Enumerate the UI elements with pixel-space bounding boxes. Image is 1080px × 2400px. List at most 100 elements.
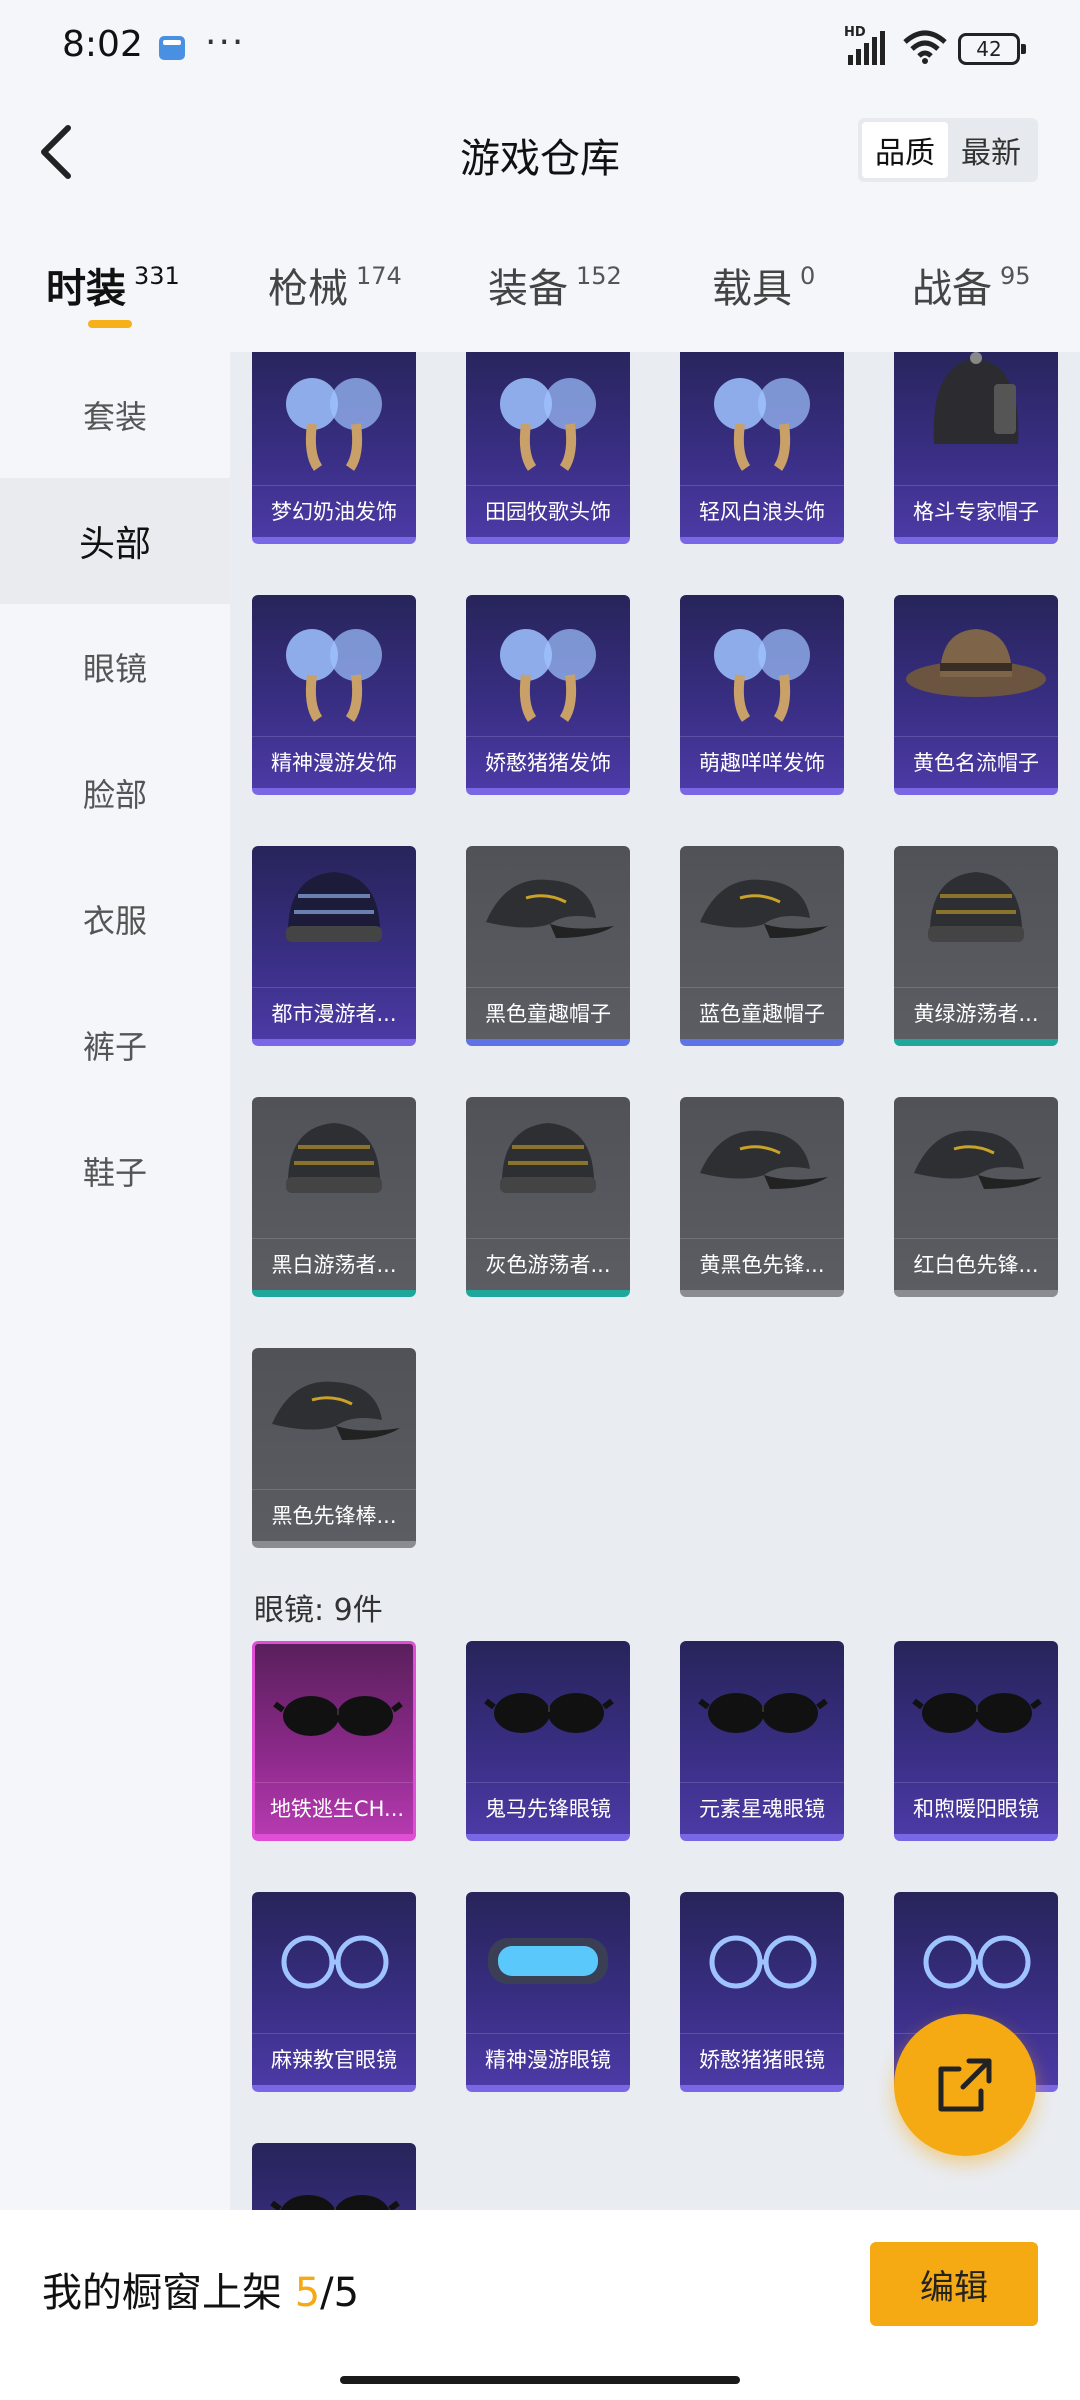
item-name: 灰色游荡者... (466, 1238, 630, 1290)
beanie-icon (252, 846, 416, 982)
item-name: 黄色名流帽子 (894, 736, 1058, 788)
item-card[interactable]: 和煦暖阳眼镜 (894, 1641, 1058, 1841)
item-card[interactable]: 黄色名流帽子 (894, 595, 1058, 795)
item-card[interactable]: 红白色先锋... (894, 1097, 1058, 1297)
cap-icon (680, 846, 844, 982)
showcase-total-count: /5 (320, 2270, 360, 2316)
item-card[interactable]: 轻风白浪头饰 (680, 352, 844, 544)
tab-label: 战备 (912, 266, 992, 312)
item-name: 元素星魂眼镜 (680, 1782, 844, 1834)
item-name: 萌趣咩咩发饰 (680, 736, 844, 788)
tab-label: 枪械 (268, 266, 348, 312)
category-tabs: 时装 331 枪械 174 装备 152 载具 0 战备 95 (0, 240, 1080, 340)
sort-latest-button[interactable]: 最新 (948, 122, 1034, 178)
goggles-icon (466, 1892, 630, 2028)
item-card[interactable]: 黄黑色先锋... (680, 1097, 844, 1297)
tab-label: 时装 (46, 266, 126, 312)
item-card[interactable]: 格斗专家帽子 (894, 352, 1058, 544)
home-indicator[interactable] (340, 2376, 740, 2384)
item-card[interactable]: 娇憨猪猪眼镜 (680, 1892, 844, 2092)
item-card[interactable]: 黑白游荡者... (252, 1097, 416, 1297)
showcase-current-count: 5 (294, 2270, 321, 2316)
notification-app-icon (159, 36, 185, 60)
glasses-icon (252, 1892, 416, 2028)
item-card[interactable]: 萌趣咩咩发饰 (680, 595, 844, 795)
item-name: 娇憨猪猪眼镜 (680, 2033, 844, 2085)
item-grid: 眼镜: 9件 梦幻奶油发饰 田园牧歌头饰 轻风白浪头饰 格斗专家帽子 精神漫游发饰 娇憨猪… (230, 352, 1080, 2210)
tab-equipment[interactable]: 装备 152 (488, 256, 622, 314)
item-card[interactable]: 元素星魂眼镜 (680, 1641, 844, 1841)
hd-label: HD (844, 25, 866, 40)
item-card[interactable]: 黄绿游荡者... (894, 846, 1058, 1046)
sunglasses-icon (894, 1641, 1058, 1777)
edit-button[interactable]: 编辑 (870, 2242, 1038, 2326)
item-name: 黄黑色先锋... (680, 1238, 844, 1290)
item-name: 梦幻奶油发饰 (252, 485, 416, 537)
tab-label: 装备 (488, 266, 568, 312)
status-bar: 8:02 ··· HD 42 (0, 0, 1080, 96)
item-name: 黄绿游荡者... (894, 987, 1058, 1039)
status-time: 8:02 (62, 24, 143, 65)
tab-count: 0 (800, 262, 816, 290)
cap-icon (252, 1348, 416, 1484)
sidebar-item-head[interactable]: 头部 (0, 478, 230, 604)
item-card[interactable] (252, 2143, 416, 2210)
item-card[interactable]: 灰色游荡者... (466, 1097, 630, 1297)
item-card[interactable]: 麻辣教官眼镜 (252, 1892, 416, 2092)
sort-quality-button[interactable]: 品质 (862, 122, 948, 178)
tab-count: 152 (576, 262, 622, 290)
tab-vehicles[interactable]: 载具 0 (712, 256, 815, 314)
item-name: 地铁逃生CH... (255, 1782, 413, 1834)
tab-fashion[interactable]: 时装 331 (46, 256, 180, 314)
sidebar-item-glasses[interactable]: 眼镜 (0, 604, 230, 730)
battery-icon: 42 (958, 33, 1026, 65)
sidebar-item-pants[interactable]: 裤子 (0, 982, 230, 1108)
glasses-section-title: 眼镜: 9件 (254, 1593, 383, 1628)
item-card[interactable]: 精神漫游发饰 (252, 595, 416, 795)
cap-icon (894, 1097, 1058, 1233)
wifi-icon (902, 30, 948, 68)
app-header: 游戏仓库 品质 最新 (0, 96, 1080, 208)
fedora-icon (894, 595, 1058, 731)
hair-accessory-icon (466, 352, 630, 480)
item-card[interactable]: 蓝色童趣帽子 (680, 846, 844, 1046)
item-card[interactable]: 娇憨猪猪发饰 (466, 595, 630, 795)
tab-supplies[interactable]: 战备 95 (912, 256, 1031, 314)
share-button[interactable] (894, 2014, 1036, 2156)
item-card[interactable]: 田园牧歌头饰 (466, 352, 630, 544)
more-notifications-icon: ··· (205, 22, 246, 63)
share-icon (938, 2058, 992, 2112)
item-name: 鬼马先锋眼镜 (466, 1782, 630, 1834)
item-name: 黑色童趣帽子 (466, 987, 630, 1039)
hair-accessory-icon (252, 352, 416, 480)
tab-firearms[interactable]: 枪械 174 (268, 256, 402, 314)
item-name: 都市漫游者... (252, 987, 416, 1039)
cap-icon (466, 846, 630, 982)
item-name: 娇憨猪猪发饰 (466, 736, 630, 788)
beanie-icon (252, 1097, 416, 1233)
tab-count: 95 (1000, 262, 1031, 290)
glasses-icon (894, 1892, 1058, 2028)
item-name: 精神漫游眼镜 (466, 2033, 630, 2085)
sunglasses-icon (680, 1641, 844, 1777)
item-card[interactable]: 黑色先锋棒... (252, 1348, 416, 1548)
beanie-icon (894, 846, 1058, 982)
item-card[interactable]: 地铁逃生CH... (252, 1641, 416, 1841)
sidebar-item-outfit[interactable]: 套装 (0, 352, 230, 478)
item-name: 蓝色童趣帽子 (680, 987, 844, 1039)
item-name: 黑色先锋棒... (252, 1489, 416, 1541)
sidebar-item-face[interactable]: 脸部 (0, 730, 230, 856)
item-card[interactable]: 梦幻奶油发饰 (252, 352, 416, 544)
item-card[interactable]: 鬼马先锋眼镜 (466, 1641, 630, 1841)
item-card[interactable]: 精神漫游眼镜 (466, 1892, 630, 2092)
item-name: 麻辣教官眼镜 (252, 2033, 416, 2085)
beanie-icon (466, 1097, 630, 1233)
sidebar-item-shoes[interactable]: 鞋子 (0, 1108, 230, 1234)
item-card[interactable]: 黑色童趣帽子 (466, 846, 630, 1046)
item-card[interactable]: 都市漫游者... (252, 846, 416, 1046)
showcase-status: 我的橱窗上架 5/5 (42, 2260, 359, 2318)
sidebar-item-clothes[interactable]: 衣服 (0, 856, 230, 982)
hair-accessory-icon (680, 595, 844, 731)
hair-accessory-icon (680, 352, 844, 480)
sunglasses-icon (252, 2143, 416, 2210)
